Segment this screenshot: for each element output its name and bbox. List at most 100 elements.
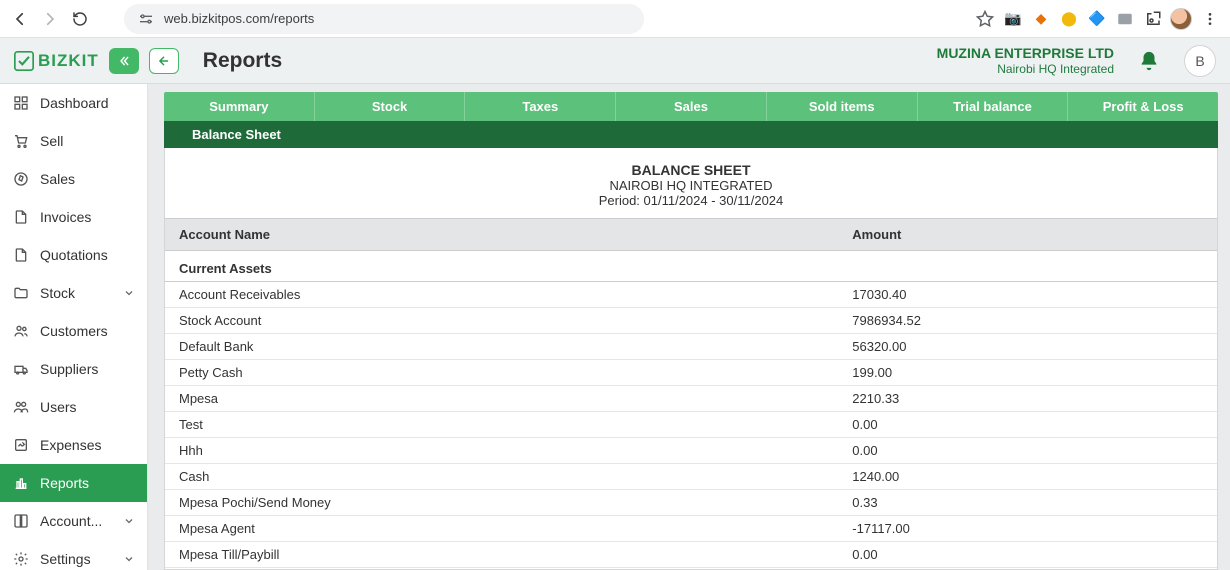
sidebar-item-settings[interactable]: Settings: [0, 540, 147, 570]
table-row: Mpesa Till/Paybill0.00: [165, 542, 1217, 568]
sidebar: Dashboard Sell Sales Invoices Quotations Stoc…: [0, 84, 148, 570]
extension-tag-icon[interactable]: 🔷: [1086, 8, 1108, 30]
account-name-cell: Mpesa Agent: [165, 516, 838, 542]
sidebar-item-sales[interactable]: Sales: [0, 160, 147, 198]
amount-cell: 2210.33: [838, 386, 1217, 412]
extension-code-icon[interactable]: [1114, 8, 1136, 30]
sidebar-item-users[interactable]: Users: [0, 388, 147, 426]
folder-icon: [12, 284, 30, 302]
page-title: Reports: [203, 49, 282, 73]
back-button[interactable]: [149, 48, 179, 74]
tab-sold-items[interactable]: Sold items: [767, 92, 918, 121]
notifications-button[interactable]: [1138, 50, 1160, 72]
camera-icon[interactable]: 📷: [1002, 8, 1024, 30]
app-header: BIZKIT Reports MUZINA ENTERPRISE LTD Nai…: [0, 38, 1230, 84]
sidebar-item-label: Sell: [40, 133, 63, 149]
report-tabs: SummaryStockTaxesSalesSold itemsTrial ba…: [164, 92, 1218, 121]
amount-cell: 17030.40: [838, 282, 1217, 308]
sidebar-item-reports[interactable]: Reports: [0, 464, 147, 502]
tab-stock[interactable]: Stock: [315, 92, 466, 121]
cart-icon: [12, 132, 30, 150]
browser-forward-button[interactable]: [38, 7, 62, 31]
tab-sales[interactable]: Sales: [616, 92, 767, 121]
supplier-icon: [12, 360, 30, 378]
compass-icon: [12, 170, 30, 188]
browser-menu-button[interactable]: [1198, 7, 1222, 31]
browser-toolbar: web.bizkitpos.com/reports 📷 ◆ ⬤ 🔷: [0, 0, 1230, 38]
tenant-block: MUZINA ENTERPRISE LTD Nairobi HQ Integra…: [937, 45, 1114, 76]
extension-coin-icon[interactable]: ⬤: [1058, 8, 1080, 30]
sidebar-item-sell[interactable]: Sell: [0, 122, 147, 160]
star-icon[interactable]: [974, 8, 996, 30]
sidebar-item-stock[interactable]: Stock: [0, 274, 147, 312]
tab-summary[interactable]: Summary: [164, 92, 315, 121]
table-row: Account Receivables17030.40: [165, 282, 1217, 308]
sidebar-item-invoices[interactable]: Invoices: [0, 198, 147, 236]
table-row: Mpesa Pochi/Send Money0.33: [165, 490, 1217, 516]
amount-cell: 0.00: [838, 542, 1217, 568]
url-text: web.bizkitpos.com/reports: [164, 11, 314, 26]
sidebar-item-label: Customers: [40, 323, 108, 339]
table-row: Cash1240.00: [165, 464, 1217, 490]
grid-icon: [12, 94, 30, 112]
report-period: Period: 01/11/2024 - 30/11/2024: [165, 193, 1217, 208]
amount-cell: [838, 251, 1217, 282]
browser-back-button[interactable]: [8, 7, 32, 31]
amount-cell: -17117.00: [838, 516, 1217, 542]
sidebar-item-quotations[interactable]: Quotations: [0, 236, 147, 274]
sidebar-item-label: Dashboard: [40, 95, 109, 111]
account-name-cell: Petty Cash: [165, 360, 838, 386]
account-name-cell: Current Assets: [165, 251, 838, 282]
collapse-sidebar-button[interactable]: [109, 48, 139, 74]
report-subheader: Balance Sheet: [164, 121, 1218, 148]
sidebar-item-expenses[interactable]: Expenses: [0, 426, 147, 464]
sidebar-item-account-[interactable]: Account...: [0, 502, 147, 540]
sidebar-item-dashboard[interactable]: Dashboard: [0, 84, 147, 122]
app-logo[interactable]: BIZKIT: [14, 51, 99, 71]
expense-icon: [12, 436, 30, 454]
sidebar-item-label: Quotations: [40, 247, 108, 263]
tab-taxes[interactable]: Taxes: [465, 92, 616, 121]
address-bar[interactable]: web.bizkitpos.com/reports: [124, 4, 644, 34]
user-avatar[interactable]: B: [1184, 45, 1216, 77]
report-heading: BALANCE SHEET NAIROBI HQ INTEGRATED Peri…: [165, 148, 1217, 218]
sidebar-item-suppliers[interactable]: Suppliers: [0, 350, 147, 388]
main-content: SummaryStockTaxesSalesSold itemsTrial ba…: [148, 84, 1230, 570]
account-name-cell: Mpesa: [165, 386, 838, 412]
amount-cell: 1240.00: [838, 464, 1217, 490]
section-row: Current Assets: [165, 251, 1217, 282]
report-panel[interactable]: BALANCE SHEET NAIROBI HQ INTEGRATED Peri…: [164, 148, 1218, 570]
chevron-down-icon: [123, 515, 135, 527]
extensions-icon[interactable]: [1142, 8, 1164, 30]
table-row: Mpesa Agent-17117.00: [165, 516, 1217, 542]
chevron-down-icon: [123, 287, 135, 299]
account-name-cell: Stock Account: [165, 308, 838, 334]
amount-cell: 199.00: [838, 360, 1217, 386]
logo-check-icon: [14, 51, 34, 71]
sidebar-item-label: Account...: [40, 513, 102, 529]
users-icon: [12, 398, 30, 416]
bar-chart-icon: [12, 474, 30, 492]
site-settings-icon[interactable]: [136, 9, 156, 29]
book-icon: [12, 512, 30, 530]
extension-puzzle-orange-icon[interactable]: ◆: [1030, 8, 1052, 30]
sidebar-item-label: Invoices: [40, 209, 91, 225]
tenant-name: MUZINA ENTERPRISE LTD: [937, 45, 1114, 62]
table-row: Mpesa2210.33: [165, 386, 1217, 412]
sidebar-item-label: Stock: [40, 285, 75, 301]
balance-sheet-table: Account Name Amount Current AssetsAccoun…: [165, 218, 1217, 570]
table-row: Default Bank56320.00: [165, 334, 1217, 360]
people-icon: [12, 322, 30, 340]
sidebar-item-label: Settings: [40, 551, 91, 567]
amount-cell: 56320.00: [838, 334, 1217, 360]
col-amount: Amount: [838, 219, 1217, 251]
tab-profit-loss[interactable]: Profit & Loss: [1068, 92, 1218, 121]
browser-reload-button[interactable]: [68, 7, 92, 31]
gear-icon: [12, 550, 30, 568]
sidebar-item-label: Users: [40, 399, 77, 415]
sidebar-item-customers[interactable]: Customers: [0, 312, 147, 350]
account-name-cell: Cash: [165, 464, 838, 490]
tab-trial-balance[interactable]: Trial balance: [918, 92, 1069, 121]
profile-avatar[interactable]: [1170, 8, 1192, 30]
tenant-subtitle: Nairobi HQ Integrated: [937, 62, 1114, 76]
